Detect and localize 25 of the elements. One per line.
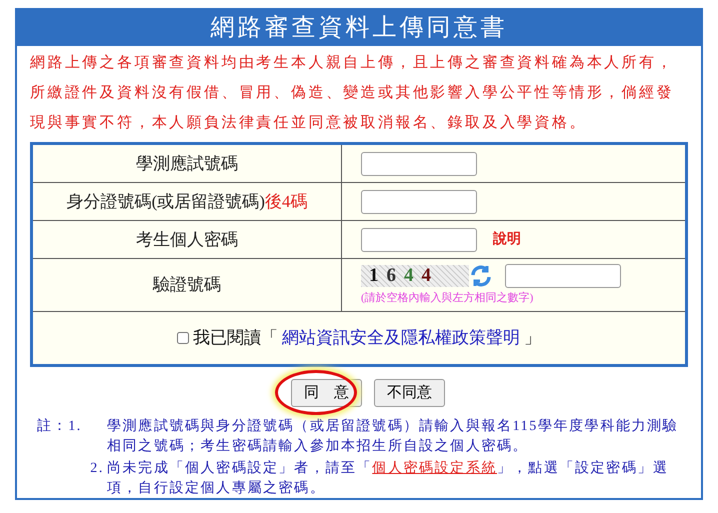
- input-field[interactable]: [361, 228, 477, 252]
- consent-statement: 網路上傳之各項審查資料均由考生本人親自上傳，且上傳之審查資料確為本人所有，所繳證件及資料沒有假借、冒用、偽造、變造或其他影響入學公平性等情形，倘經發現與事實不符，本人願負法律責任並同意被取消報名、錄取及入學資格。: [29, 53, 675, 133]
- captcha-image: 1 6 4 4: [361, 264, 469, 287]
- field-label: 考生個人密碼: [136, 228, 238, 251]
- form-button[interactable]: 不同意: [374, 379, 445, 407]
- note-text: 尚未完成「個人密碼設定」者，請至「個人密碼設定系統」，點選「設定密碼」選項，自行設定個人專屬之密碼。: [107, 459, 670, 498]
- field-label: 學測應試號碼: [136, 152, 238, 175]
- title-bar: 網路審查資料上傳同意書: [17, 10, 701, 46]
- captcha-hint: (請於空格內輸入與左方相同之數字): [361, 290, 534, 306]
- note-number: 註：1.: [37, 417, 83, 436]
- field-label: 驗證號碼: [153, 274, 221, 296]
- refresh-icon[interactable]: [469, 264, 493, 288]
- agreement-text: 我已閱讀「: [193, 327, 278, 350]
- policy-link[interactable]: 網站資訊安全及隱私權政策聲明: [282, 325, 520, 351]
- note-number: 2.: [89, 460, 105, 478]
- agreement-text: 」: [524, 327, 541, 350]
- input-field[interactable]: [361, 152, 477, 176]
- field-label: 身分證號碼(或居留證號碼)後4碼: [66, 190, 308, 213]
- agree-checkbox[interactable]: [177, 332, 189, 344]
- password-setup-link[interactable]: 個人密碼設定系統: [372, 461, 498, 476]
- input-field[interactable]: [505, 264, 621, 288]
- form-button[interactable]: 同 意: [291, 379, 362, 407]
- note-text: 學測應試號碼與身分證號碼（或居留證號碼）請輸入與報名115學年度學科能力測驗相同之號碼；考生密碼請輸入參加本招生所自設之個人密碼。: [107, 417, 680, 456]
- input-field[interactable]: [361, 190, 477, 214]
- help-link[interactable]: 說明: [493, 229, 521, 250]
